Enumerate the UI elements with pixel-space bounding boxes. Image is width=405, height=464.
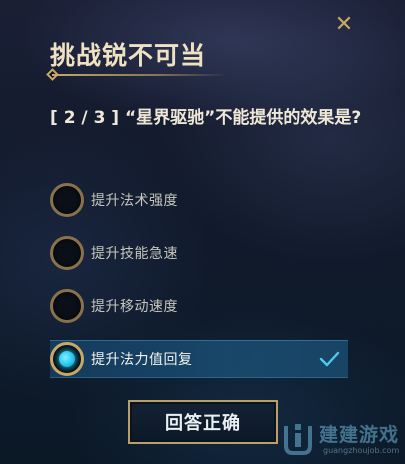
radio-button-selected[interactable] [50, 342, 84, 376]
option-label: 提升移动速度 [91, 299, 178, 315]
watermark-text: 建建游戏 [319, 424, 400, 446]
option-label: 提升法力值回复 [91, 352, 193, 368]
option-label: 提升技能急速 [91, 246, 178, 262]
question-text: [ 2 / 3 ] “星界驱驰”不能提供的效果是? [50, 108, 362, 128]
watermark: 建建游戏 guangzhoujob.com [283, 420, 403, 460]
checkmark-icon [319, 351, 340, 367]
close-icon[interactable]: ✕ [333, 14, 355, 36]
option-4-selected[interactable]: 提升法力值回复 [50, 340, 348, 378]
radio-button[interactable] [50, 183, 84, 217]
option-label: 提升法术强度 [91, 193, 178, 209]
option-2[interactable]: 提升技能急速 [50, 234, 350, 272]
radio-button[interactable] [50, 236, 84, 270]
watermark-subtext: guangzhoujob.com [323, 446, 400, 455]
radio-button[interactable] [50, 289, 84, 323]
submit-answer-button[interactable]: 回答正确 [128, 400, 278, 444]
option-1[interactable]: 提升法术强度 [50, 181, 350, 219]
title-divider [52, 74, 227, 76]
option-3[interactable]: 提升移动速度 [50, 287, 350, 325]
answer-options: 提升法术强度 提升技能急速 提升移动速度 提升法力值回复 [50, 181, 350, 393]
dialog-title: 挑战锐不可当 [50, 41, 207, 70]
watermark-logo-icon [284, 424, 312, 455]
